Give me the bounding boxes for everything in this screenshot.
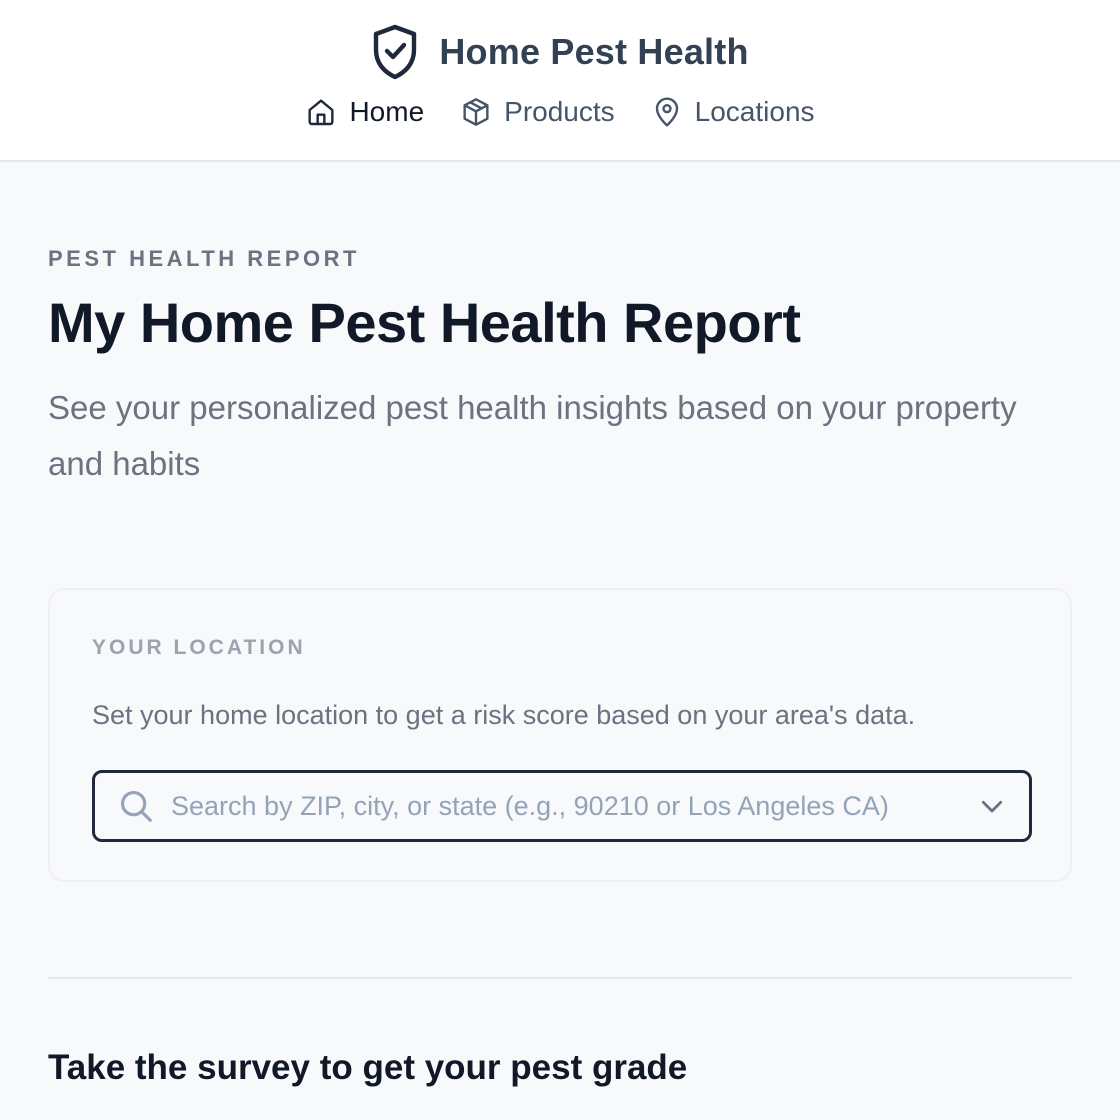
nav-item-label: Locations bbox=[694, 96, 815, 127]
page-title: My Home Pest Health Report bbox=[48, 291, 801, 354]
location-card-eyebrow: YOUR LOCATION bbox=[92, 636, 306, 659]
home-icon bbox=[308, 99, 334, 126]
page-eyebrow: PEST HEALTH REPORT bbox=[48, 246, 360, 271]
shield-check-icon bbox=[374, 24, 417, 80]
brand[interactable]: Home Pest Health bbox=[0, 24, 1120, 80]
package-icon bbox=[463, 98, 489, 126]
nav-item-label: Products bbox=[504, 96, 615, 127]
nav-item-label: Home bbox=[349, 96, 425, 127]
page-subtitle: See your personalized pest health insigh… bbox=[48, 389, 1017, 482]
location-help-text: Set your home location to get a risk sco… bbox=[92, 700, 916, 730]
nav-item-home[interactable]: Home bbox=[305, 96, 424, 128]
location-search-combobox[interactable] bbox=[92, 770, 1032, 842]
search-icon bbox=[120, 790, 152, 822]
site-header: Home Pest Health Home Products Locations bbox=[0, 0, 1120, 162]
map-pin-icon bbox=[655, 97, 678, 127]
location-card: YOUR LOCATION Set your home location to … bbox=[48, 588, 1072, 882]
nav-item-products[interactable]: Products bbox=[460, 96, 615, 128]
brand-name: Home Pest Health bbox=[439, 31, 749, 72]
section-divider bbox=[48, 977, 1072, 979]
location-search-input[interactable] bbox=[171, 790, 961, 822]
chevron-down-icon[interactable] bbox=[977, 791, 1007, 821]
nav-item-locations[interactable]: Locations bbox=[651, 96, 815, 128]
survey-title: Take the survey to get your pest grade bbox=[48, 1048, 688, 1087]
main-nav: Home Products Locations bbox=[0, 96, 1120, 128]
